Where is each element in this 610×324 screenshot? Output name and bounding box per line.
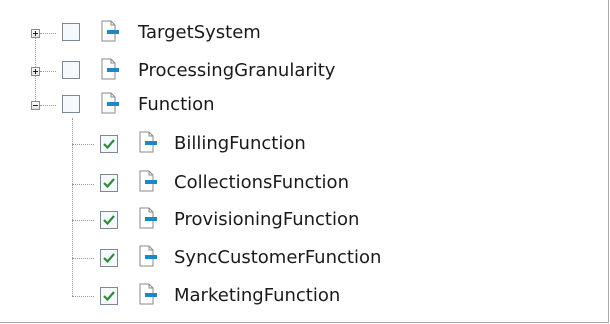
- tree-node-function[interactable]: Function: [0, 88, 300, 122]
- checkmark-icon: [103, 178, 115, 189]
- checkmark-icon: [103, 215, 115, 226]
- tree-view: TargetSystem ProcessingGranularity Funct…: [0, 0, 600, 320]
- node-label[interactable]: ProcessingGranularity: [138, 60, 335, 82]
- node-checkbox[interactable]: [100, 287, 118, 305]
- document-icon: [98, 58, 120, 80]
- node-label[interactable]: BillingFunction: [174, 133, 306, 155]
- node-checkbox[interactable]: [100, 249, 118, 267]
- node-checkbox[interactable]: [62, 23, 80, 41]
- document-icon: [136, 131, 158, 153]
- document-icon: [136, 207, 158, 229]
- node-label[interactable]: SyncCustomerFunction: [174, 247, 381, 269]
- node-label[interactable]: ProvisioningFunction: [174, 209, 359, 231]
- document-icon: [98, 92, 120, 114]
- tree-node-marketingfunction[interactable]: MarketingFunction: [0, 279, 410, 313]
- document-icon: [98, 20, 120, 42]
- node-checkbox[interactable]: [62, 61, 80, 79]
- expand-plus-icon[interactable]: [31, 29, 40, 38]
- collapse-minus-icon[interactable]: [31, 101, 40, 110]
- tree-node-provisioningfunction[interactable]: ProvisioningFunction: [0, 203, 430, 237]
- document-icon: [136, 283, 158, 305]
- document-icon: [136, 245, 158, 267]
- node-checkbox[interactable]: [100, 211, 118, 229]
- tree-node-collectionsfunction[interactable]: CollectionsFunction: [0, 166, 420, 200]
- node-checkbox[interactable]: [100, 174, 118, 192]
- node-label[interactable]: TargetSystem: [138, 22, 261, 44]
- node-checkbox[interactable]: [100, 135, 118, 153]
- checkmark-icon: [103, 291, 115, 302]
- checkmark-icon: [103, 139, 115, 150]
- tree-panel: TargetSystem ProcessingGranularity Funct…: [0, 0, 609, 323]
- tree-node-synccustomerfunction[interactable]: SyncCustomerFunction: [0, 241, 450, 275]
- node-label[interactable]: CollectionsFunction: [174, 172, 349, 194]
- node-label[interactable]: Function: [138, 94, 215, 116]
- document-icon: [136, 170, 158, 192]
- expand-plus-icon[interactable]: [31, 67, 40, 76]
- checkmark-icon: [103, 253, 115, 264]
- node-checkbox[interactable]: [62, 95, 80, 113]
- node-label[interactable]: MarketingFunction: [174, 285, 340, 307]
- tree-node-billingfunction[interactable]: BillingFunction: [0, 127, 400, 161]
- tree-node-processinggranularity[interactable]: ProcessingGranularity: [0, 54, 420, 88]
- tree-node-targetsystem[interactable]: TargetSystem: [0, 16, 330, 50]
